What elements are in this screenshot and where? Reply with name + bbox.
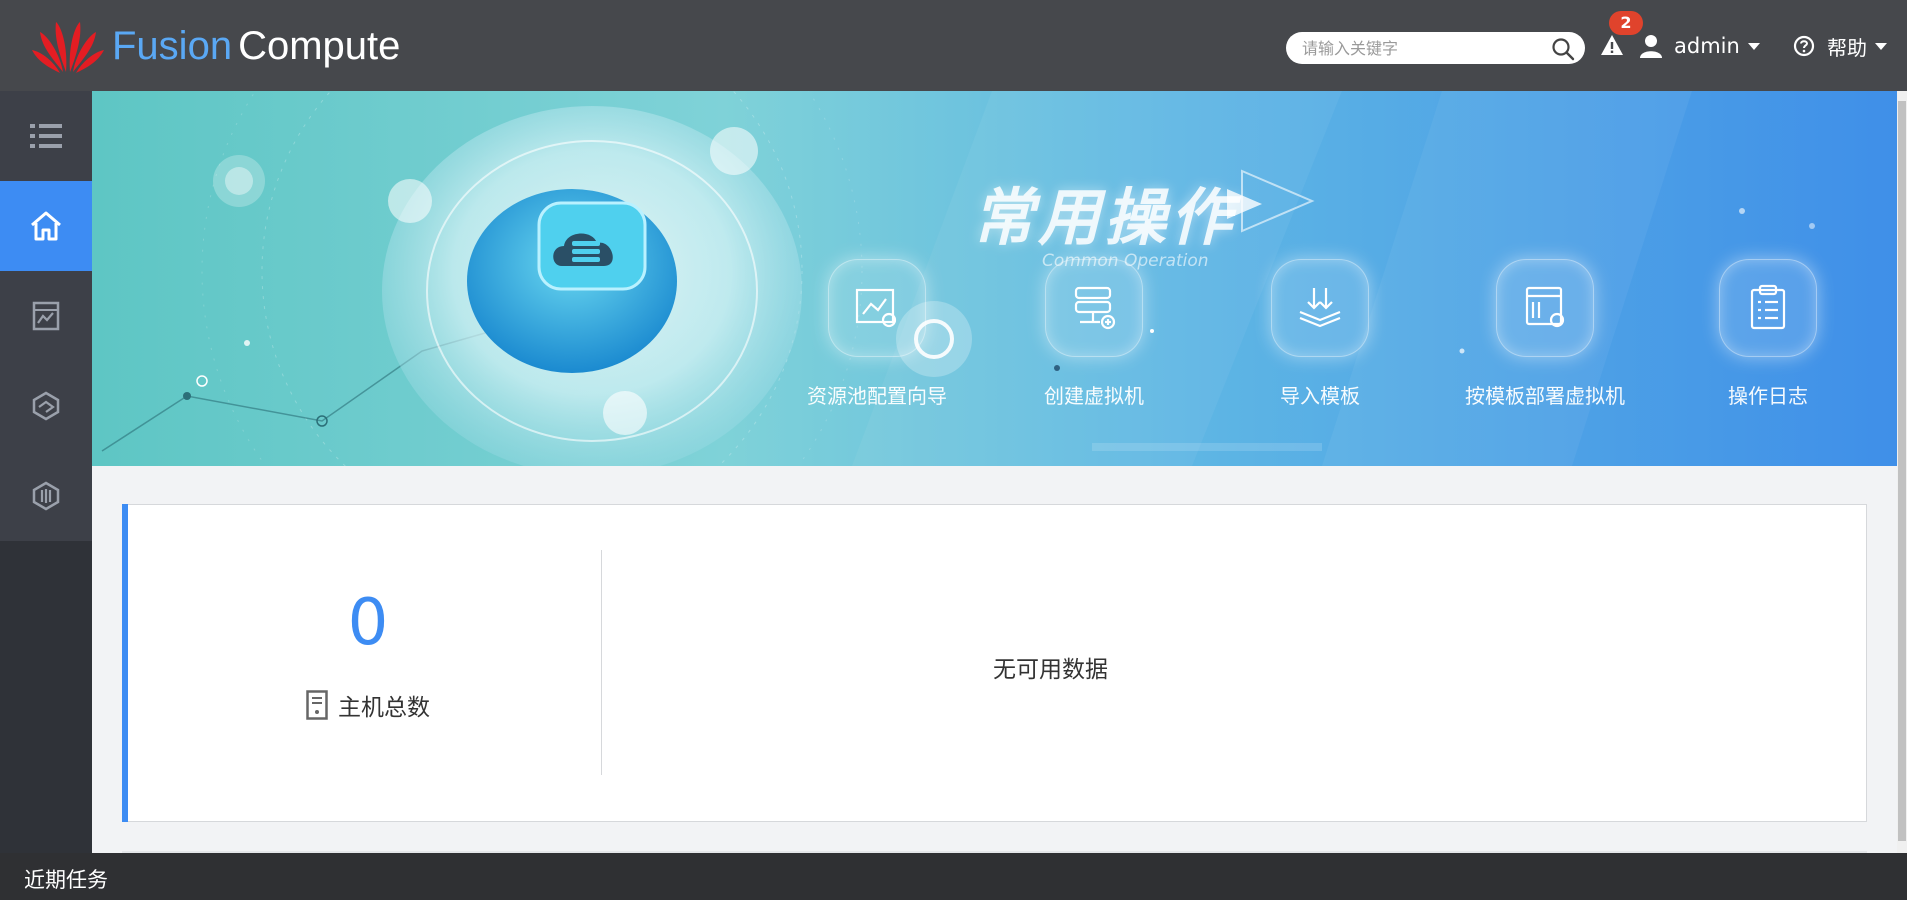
huawei-logo-icon xyxy=(32,22,104,73)
system-management-icon xyxy=(32,481,60,511)
home-icon xyxy=(31,211,61,241)
operation-log-icon xyxy=(1719,259,1817,357)
import-template-icon xyxy=(1271,259,1369,357)
config-wizard-icon xyxy=(828,259,926,357)
search-input[interactable] xyxy=(1302,36,1542,60)
op-create-vm[interactable]: 创建虚拟机 xyxy=(989,259,1199,419)
page-scrollbar[interactable] xyxy=(1897,91,1907,853)
no-data-message: 无可用数据 xyxy=(993,657,1108,683)
host-count-label-row: 主机总数 xyxy=(243,688,493,722)
search-icon[interactable] xyxy=(1551,37,1575,61)
sidebar-item-system[interactable] xyxy=(0,451,92,541)
alarm-warning-icon[interactable] xyxy=(1599,32,1625,58)
brand-compute: Compute xyxy=(238,24,401,68)
chevron-down-icon xyxy=(1747,42,1760,50)
sidebar xyxy=(0,91,92,853)
chevron-down-icon xyxy=(1875,42,1887,50)
common-operations-banner: 常用操作 Common Operation 资源池配置向导 创建虚拟机 导入模板… xyxy=(92,91,1897,466)
banner-title: 常用操作 xyxy=(972,181,1237,254)
monitor-chart-icon xyxy=(32,301,60,331)
op-resource-pool-wizard[interactable]: 资源池配置向导 xyxy=(772,259,982,419)
alarm-count-badge[interactable]: 2 xyxy=(1609,11,1643,35)
help-label: 帮助 xyxy=(1827,35,1867,60)
op-deploy-from-template[interactable]: 按模板部署虚拟机 xyxy=(1440,259,1650,419)
create-vm-icon xyxy=(1045,259,1143,357)
user-icon xyxy=(1640,35,1662,58)
help-icon xyxy=(1793,35,1815,57)
top-header: FusionCompute 2 admin 帮助 xyxy=(0,0,1907,91)
sidebar-item-menu[interactable] xyxy=(0,91,92,181)
host-count-label: 主机总数 xyxy=(338,695,430,721)
card-divider xyxy=(601,550,602,775)
deploy-from-template-icon xyxy=(1496,259,1594,357)
recent-tasks-bar[interactable]: 近期任务 xyxy=(0,853,1907,900)
op-import-template[interactable]: 导入模板 xyxy=(1215,259,1425,419)
brand-fusion: Fusion xyxy=(112,24,233,68)
sidebar-item-monitor[interactable] xyxy=(0,271,92,361)
host-summary-card: 0 主机总数 无可用数据 xyxy=(122,504,1867,822)
search-box xyxy=(1286,32,1585,64)
product-name: Fusion Compute xyxy=(112,22,400,70)
sidebar-item-home[interactable] xyxy=(0,181,92,271)
user-name: admin xyxy=(1674,34,1740,58)
op-operation-log[interactable]: 操作日志 xyxy=(1663,259,1873,419)
menu-list-icon xyxy=(30,124,62,148)
sidebar-item-resource-pool[interactable] xyxy=(0,361,92,451)
op-label: 操作日志 xyxy=(1728,384,1808,408)
help-menu[interactable]: 帮助 xyxy=(1793,30,1887,62)
scrollbar-thumb[interactable] xyxy=(1898,101,1906,841)
resource-pool-icon xyxy=(32,391,60,421)
recent-tasks-label[interactable]: 近期任务 xyxy=(24,864,108,894)
host-count[interactable]: 0 xyxy=(243,585,493,661)
host-server-icon xyxy=(306,690,328,720)
card-accent-bar xyxy=(122,504,128,822)
user-menu[interactable]: admin xyxy=(1640,30,1760,62)
